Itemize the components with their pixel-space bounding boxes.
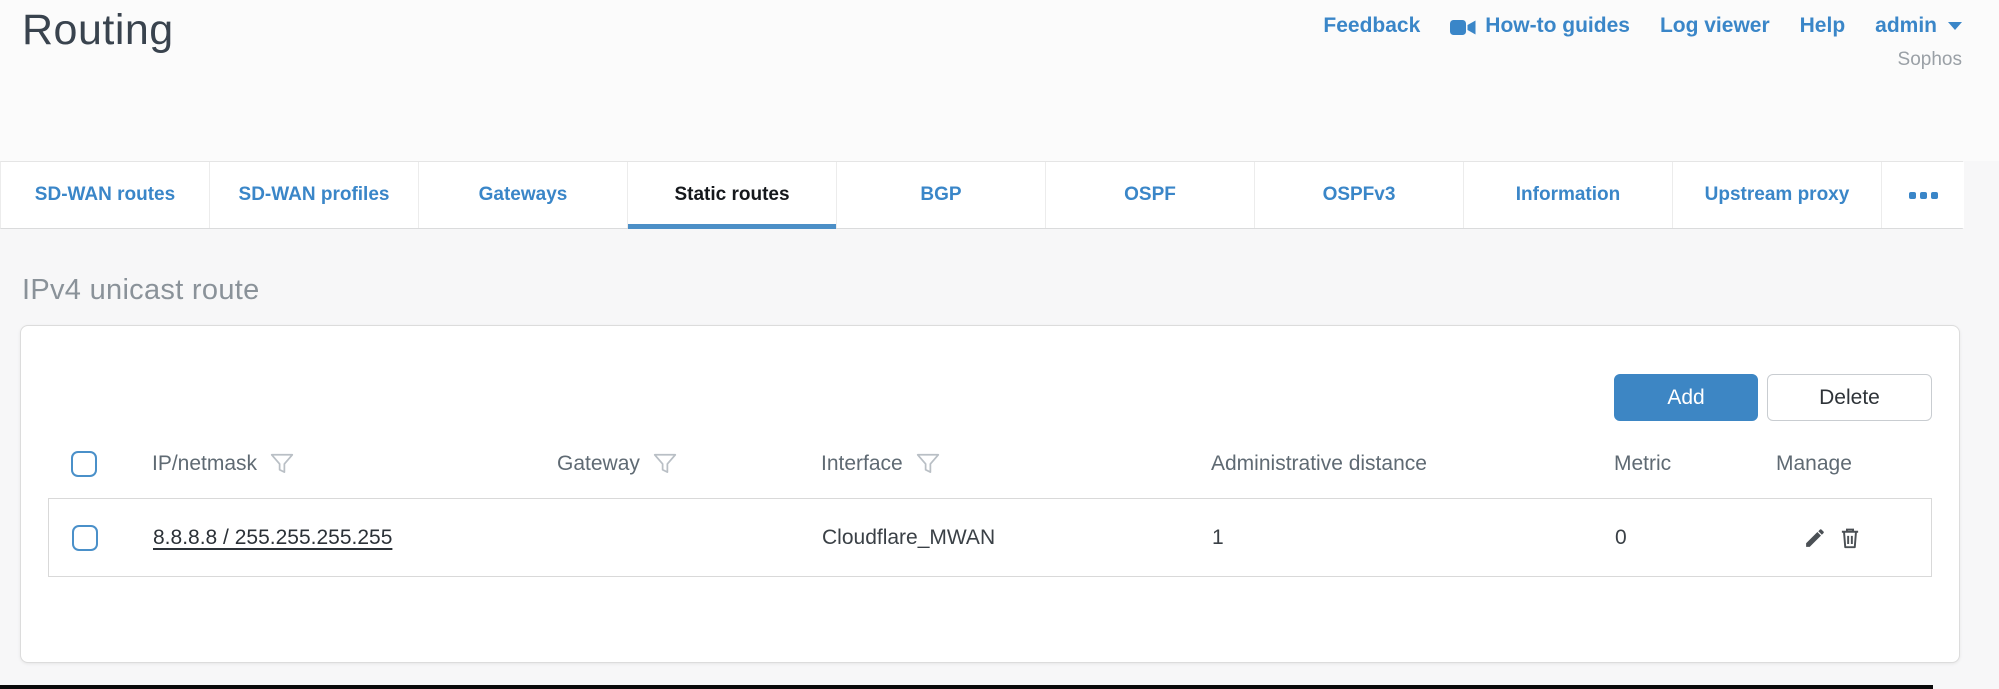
edit-pencil-icon[interactable] [1802,525,1828,551]
delete-button[interactable]: Delete [1767,374,1932,421]
column-header-metric: Metric [1614,452,1776,476]
header-right: Feedback How-to guides Log viewer Help a… [1323,14,1962,71]
row-cell-admin-distance: 1 [1212,526,1615,550]
table-toolbar: Add Delete [21,326,1959,421]
table-row: 8.8.8.8 / 255.255.255.255 Cloudflare_MWA… [48,498,1932,577]
row-cell-manage [1777,525,1931,551]
trash-icon[interactable] [1837,525,1863,551]
select-all-checkbox[interactable] [71,451,97,477]
window-bottom-edge [0,685,1933,689]
help-label: Help [1800,14,1846,38]
how-to-guides-label: How-to guides [1485,14,1630,38]
row-cell-metric: 0 [1615,526,1777,550]
log-viewer-link[interactable]: Log viewer [1660,14,1770,38]
ellipsis-dot [1931,192,1938,199]
feedback-link-label: Feedback [1323,14,1420,38]
column-header-admin-distance: Administrative distance [1211,452,1614,476]
tab-upstream-proxy[interactable]: Upstream proxy [1673,162,1882,228]
add-button[interactable]: Add [1614,374,1758,421]
table-header-row: IP/netmask Gateway Interface Administrat… [48,443,1932,485]
column-header-gateway: Gateway [557,451,821,477]
column-header-ip-netmask: IP/netmask [152,451,557,477]
admin-menu[interactable]: admin [1875,14,1962,38]
filter-funnel-icon[interactable] [269,451,295,477]
page-header: Routing Feedback How-to guides Log viewe… [0,0,1999,161]
main-content: IPv4 unicast route Add Delete IP/netmask… [0,229,1999,689]
header-links: Feedback How-to guides Log viewer Help a… [1323,14,1962,38]
ellipsis-dot [1920,192,1927,199]
row-select-cell [49,525,153,551]
video-camera-icon [1450,18,1476,35]
tab-gateways[interactable]: Gateways [419,162,628,228]
tab-ospfv3[interactable]: OSPFv3 [1255,162,1464,228]
how-to-guides-link[interactable]: How-to guides [1450,14,1630,38]
tab-overflow-ellipsis-icon[interactable] [1882,162,1964,228]
tab-static-routes[interactable]: Static routes [628,162,837,228]
filter-funnel-icon[interactable] [915,451,941,477]
column-header-interface: Interface [821,451,1211,477]
tab-bgp[interactable]: BGP [837,162,1046,228]
tab-sd-wan-routes[interactable]: SD-WAN routes [1,162,210,228]
ellipsis-dot [1909,192,1916,199]
row-cell-ip-netmask: 8.8.8.8 / 255.255.255.255 [153,526,558,550]
ip-netmask-link[interactable]: 8.8.8.8 / 255.255.255.255 [153,526,392,549]
column-header-manage: Manage [1776,452,1932,476]
help-link[interactable]: Help [1800,14,1846,38]
filter-funnel-icon[interactable] [652,451,678,477]
feedback-link[interactable]: Feedback [1323,14,1420,38]
tab-ospf[interactable]: OSPF [1046,162,1255,228]
log-viewer-label: Log viewer [1660,14,1770,38]
row-cell-interface: Cloudflare_MWAN [822,526,1212,550]
admin-menu-label: admin [1875,14,1937,38]
header-select-cell [48,451,152,477]
routing-tabbar: SD-WAN routes SD-WAN profiles Gateways S… [0,161,1963,229]
section-heading: IPv4 unicast route [0,229,1999,307]
tab-sd-wan-profiles[interactable]: SD-WAN profiles [210,162,419,228]
static-routes-card: Add Delete IP/netmask Gateway Interfac [20,325,1960,663]
row-checkbox[interactable] [72,525,98,551]
page-title: Routing [22,6,174,55]
tab-information[interactable]: Information [1464,162,1673,228]
org-name: Sophos [1323,49,1962,71]
caret-down-icon [1948,22,1962,30]
